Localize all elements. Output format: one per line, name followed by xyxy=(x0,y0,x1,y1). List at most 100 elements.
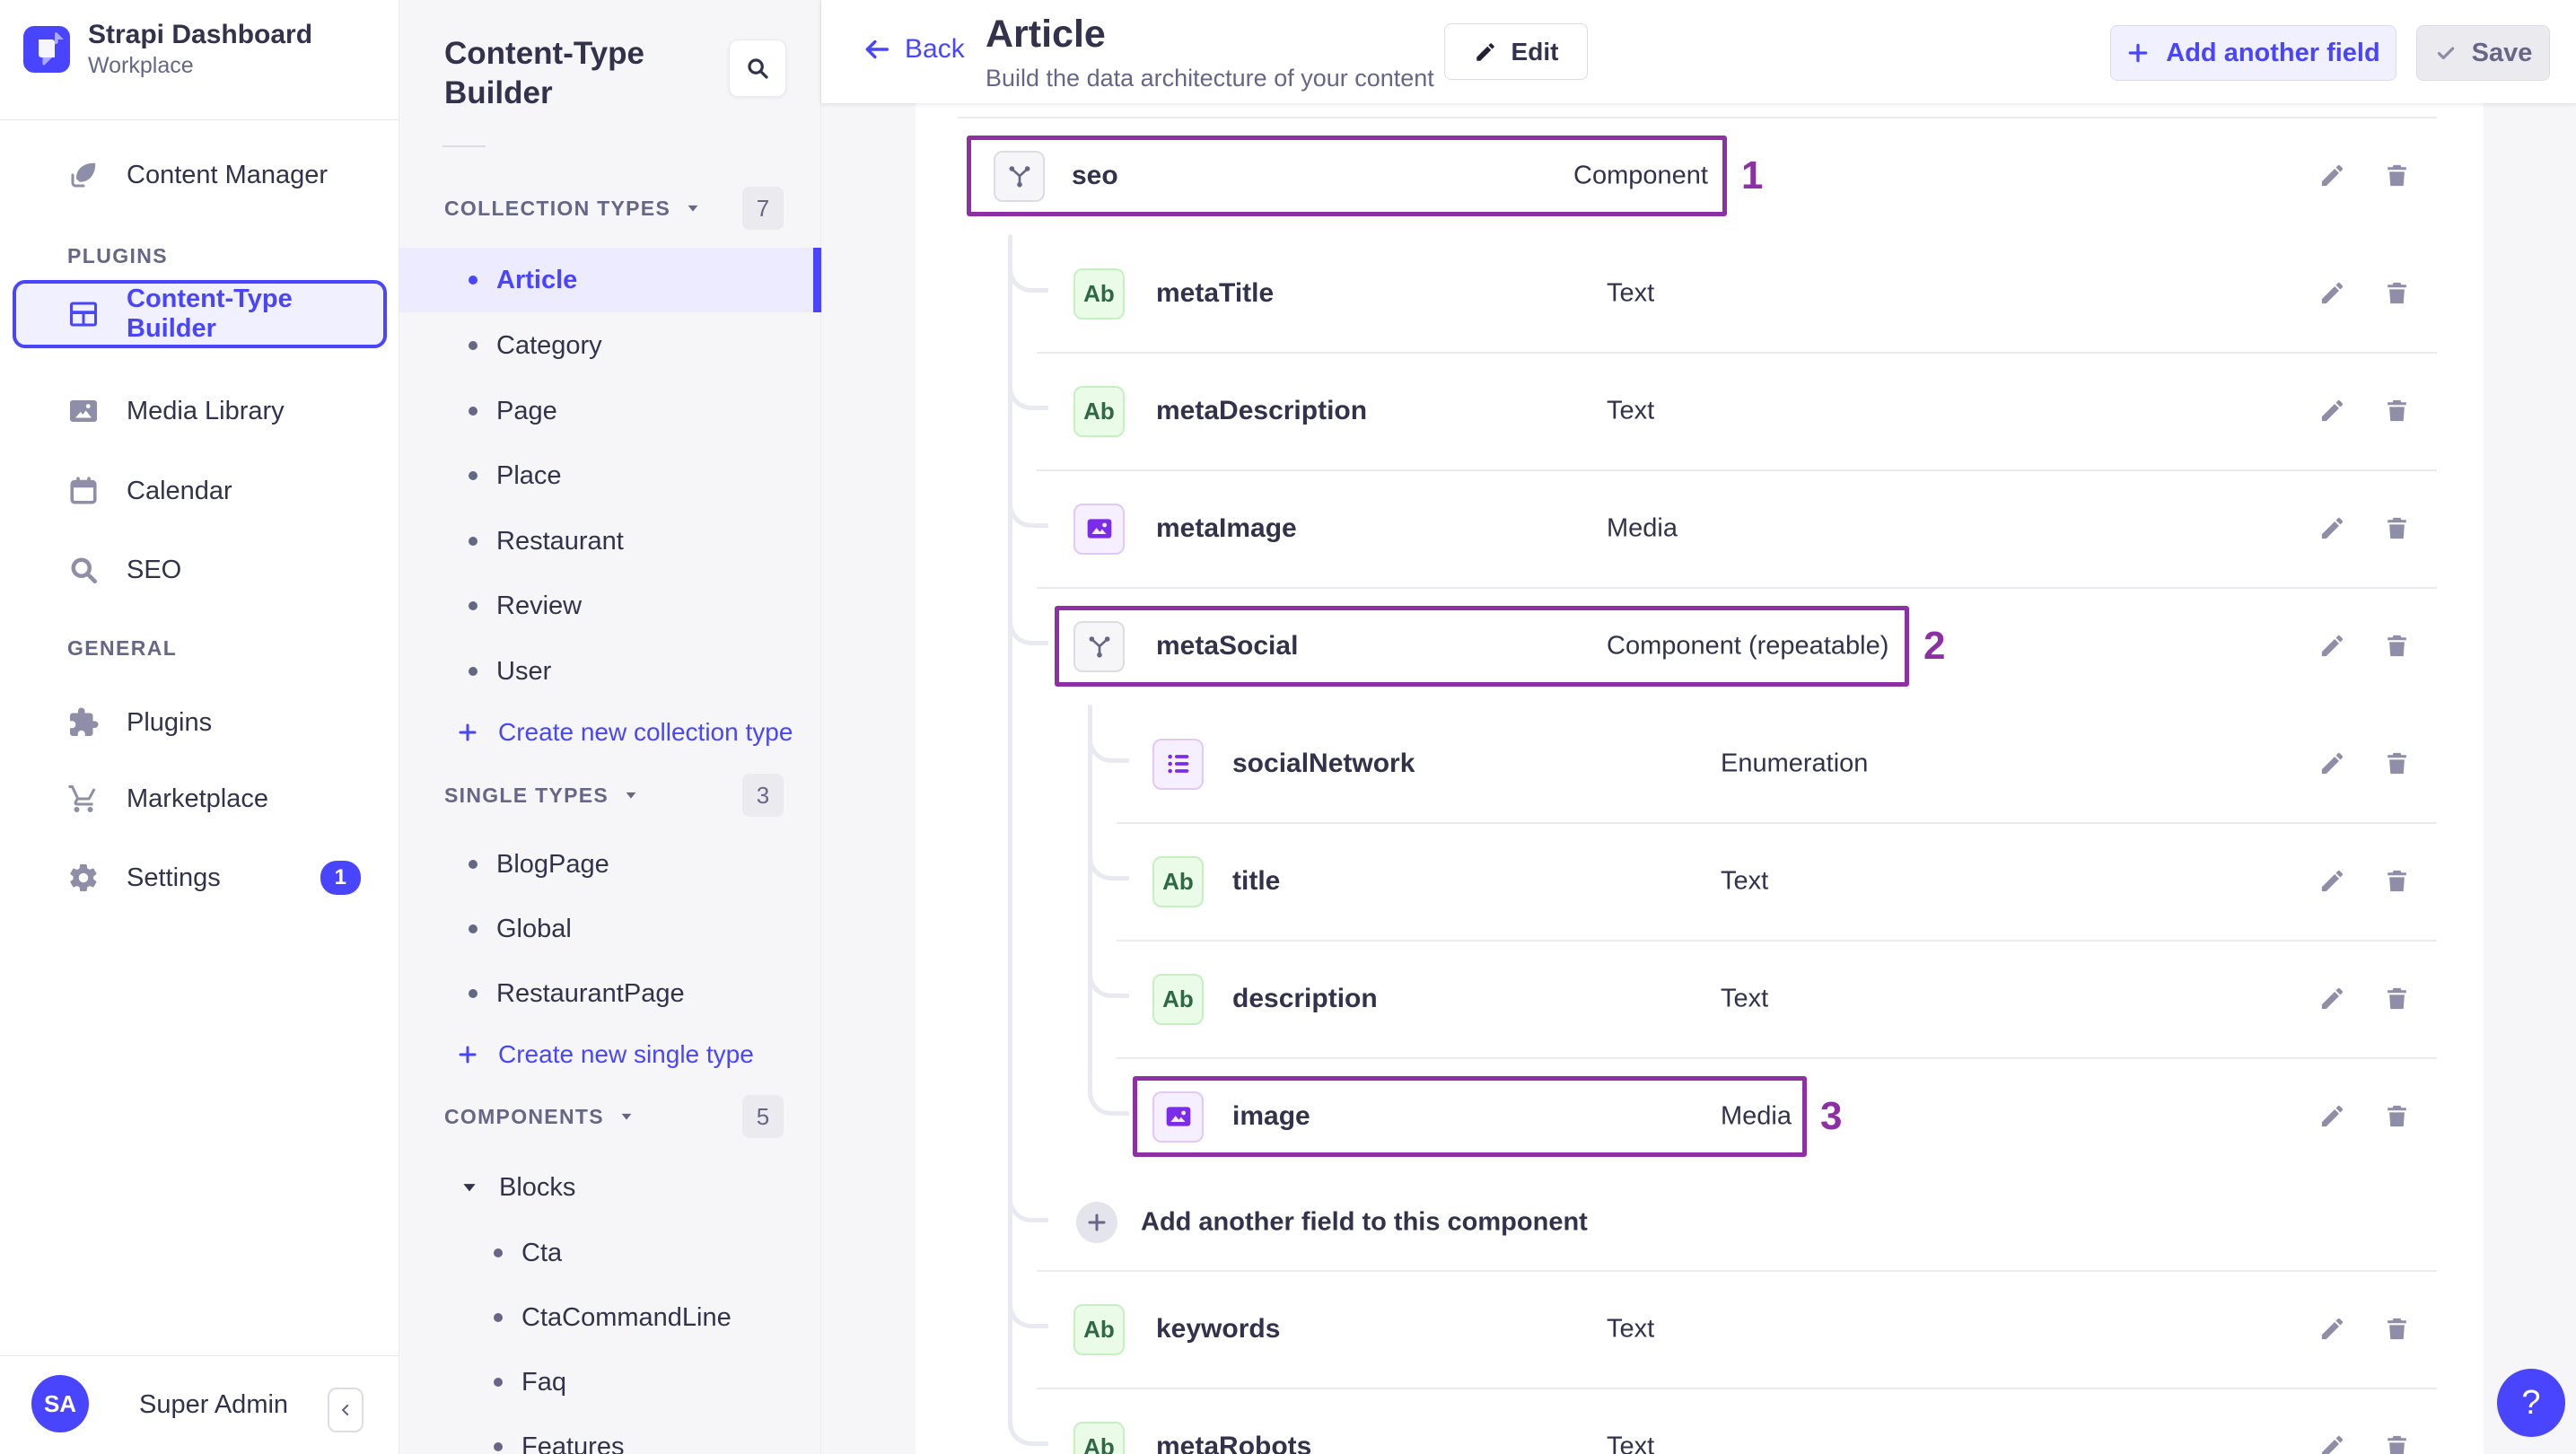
nav-item-marketplace[interactable]: Marketplace xyxy=(0,766,399,831)
nav-item-calendar[interactable]: Calendar xyxy=(0,459,399,523)
sidebar-item-review[interactable]: Review xyxy=(399,574,821,638)
section-header-components[interactable]: COMPONENTS xyxy=(444,1095,635,1138)
pencil-icon xyxy=(2321,399,2343,422)
field-row-image: image Media xyxy=(916,1057,2484,1175)
page-header: Back Article Build the data architecture… xyxy=(821,0,2576,103)
component-group-blocks[interactable]: Blocks xyxy=(399,1159,821,1216)
edit-field-button[interactable] xyxy=(2312,1427,2352,1454)
sidebar-item-category[interactable]: Category xyxy=(399,313,821,378)
plus-circle-icon[interactable] xyxy=(1076,1202,1117,1243)
sidebar-item-restaurantpage[interactable]: RestaurantPage xyxy=(399,961,821,1026)
delete-field-button[interactable] xyxy=(2377,1097,2416,1136)
nav-item-label: Calendar xyxy=(127,476,232,505)
add-field-to-component-label[interactable]: Add another field to this component xyxy=(1141,1208,1588,1238)
edit-field-button[interactable] xyxy=(2312,274,2352,313)
delete-field-button[interactable] xyxy=(2377,156,2416,196)
chevron-down-icon xyxy=(626,792,636,799)
add-field-row: Add another field to this component xyxy=(916,1175,2484,1270)
pencil-icon xyxy=(1476,42,1494,61)
save-button[interactable]: Save xyxy=(2416,25,2550,81)
pencil-icon xyxy=(2321,1435,2343,1454)
delete-field-button[interactable] xyxy=(2377,1309,2416,1349)
edit-field-button[interactable] xyxy=(2312,1309,2352,1349)
component-icon xyxy=(994,150,1045,202)
trash-icon xyxy=(2387,987,2406,1010)
edit-field-button[interactable] xyxy=(2312,862,2352,901)
workspace-brand[interactable]: Strapi Dashboard Workplace xyxy=(23,20,312,79)
sidebar-item-blogpage[interactable]: BlogPage xyxy=(399,832,821,897)
nav-item-content-type-builder[interactable]: Content-Type Builder xyxy=(13,280,387,348)
nav-item-label: Marketplace xyxy=(127,784,268,813)
field-name: keywords xyxy=(1156,1313,1281,1344)
pencil-icon xyxy=(2321,1105,2343,1127)
sidebar-item-faq[interactable]: Faq xyxy=(399,1350,821,1415)
help-button[interactable]: ? xyxy=(2497,1369,2565,1437)
field-name: image xyxy=(1232,1100,1310,1131)
field-type: Text xyxy=(1607,278,1655,307)
sidebar-item-global[interactable]: Global xyxy=(399,897,821,961)
trash-icon xyxy=(2387,399,2406,422)
field-name: title xyxy=(1232,865,1281,896)
delete-field-button[interactable] xyxy=(2377,626,2416,666)
nav-item-plugins[interactable]: Plugins xyxy=(0,690,399,755)
field-row-metaTitle: Ab metaTitle Text xyxy=(916,234,2484,352)
bullet-icon xyxy=(494,1313,503,1322)
delete-field-button[interactable] xyxy=(2377,391,2416,431)
back-link[interactable]: Back xyxy=(862,34,965,65)
main-navigation: Strapi Dashboard Workplace Content Manag… xyxy=(0,0,399,1454)
edit-field-button[interactable] xyxy=(2312,744,2352,784)
plus-icon xyxy=(459,723,477,741)
nav-item-content-manager[interactable]: Content Manager xyxy=(0,143,399,207)
sidebar-item-cta[interactable]: Cta xyxy=(399,1221,821,1285)
field-row-seo: seo Component xyxy=(916,117,2484,234)
field-row-metaImage: metaImage Media xyxy=(916,469,2484,587)
plus-icon xyxy=(2128,43,2148,63)
edit-field-button[interactable] xyxy=(2312,509,2352,548)
collapse-sidebar-button[interactable] xyxy=(328,1388,364,1432)
edit-button[interactable]: Edit xyxy=(1444,23,1588,80)
add-another-field-button[interactable]: Add another field xyxy=(2110,25,2396,81)
edit-field-button[interactable] xyxy=(2312,626,2352,666)
trash-icon xyxy=(2387,752,2406,775)
sidebar-item-page[interactable]: Page xyxy=(399,379,821,443)
bullet-icon xyxy=(494,1378,503,1387)
edit-field-button[interactable] xyxy=(2312,156,2352,196)
section-header-collection-types[interactable]: COLLECTION TYPES xyxy=(444,187,701,230)
sidebar-item-user[interactable]: User xyxy=(399,639,821,704)
nav-item-label: Content-Type Builder xyxy=(127,285,293,343)
trash-icon xyxy=(2387,164,2406,187)
delete-field-button[interactable] xyxy=(2377,744,2416,784)
chevron-down-icon xyxy=(621,1113,632,1120)
chevron-down-icon xyxy=(688,205,698,212)
field-name: metaImage xyxy=(1156,512,1297,543)
nav-item-seo[interactable]: SEO xyxy=(0,538,399,602)
pencil-icon xyxy=(2321,282,2343,304)
sidebar-item-features[interactable]: Features xyxy=(399,1415,821,1454)
arrow-left-icon xyxy=(865,39,889,59)
nav-item-settings[interactable]: Settings 1 xyxy=(0,845,399,910)
delete-field-button[interactable] xyxy=(2377,509,2416,548)
edit-field-button[interactable] xyxy=(2312,1097,2352,1136)
sidebar-item-article[interactable]: Article xyxy=(399,248,821,312)
delete-field-button[interactable] xyxy=(2377,862,2416,901)
search-button[interactable] xyxy=(729,39,786,97)
delete-field-button[interactable] xyxy=(2377,1427,2416,1454)
sidebar-item-ctacommandline[interactable]: CtaCommandLine xyxy=(399,1285,821,1350)
cart-icon xyxy=(67,783,100,815)
sidebar-item-restaurant[interactable]: Restaurant xyxy=(399,509,821,574)
delete-field-button[interactable] xyxy=(2377,979,2416,1019)
nav-item-media-library[interactable]: Media Library xyxy=(0,379,399,443)
sidebar-item-place[interactable]: Place xyxy=(399,443,821,508)
delete-field-button[interactable] xyxy=(2377,274,2416,313)
bullet-icon xyxy=(469,537,478,546)
edit-field-button[interactable] xyxy=(2312,391,2352,431)
component-icon xyxy=(1089,636,1109,658)
annotation-number-2: 2 xyxy=(1923,623,1946,668)
user-avatar[interactable]: SA xyxy=(31,1375,89,1432)
field-row-keywords: Ab keywords Text xyxy=(916,1270,2484,1388)
edit-field-button[interactable] xyxy=(2312,979,2352,1019)
create-new-collection-type-link[interactable]: Create new collection type xyxy=(399,704,821,761)
create-new-single-type-link[interactable]: Create new single type xyxy=(399,1026,821,1083)
divider xyxy=(0,119,399,120)
section-header-single-types[interactable]: SINGLE TYPES xyxy=(444,774,639,817)
